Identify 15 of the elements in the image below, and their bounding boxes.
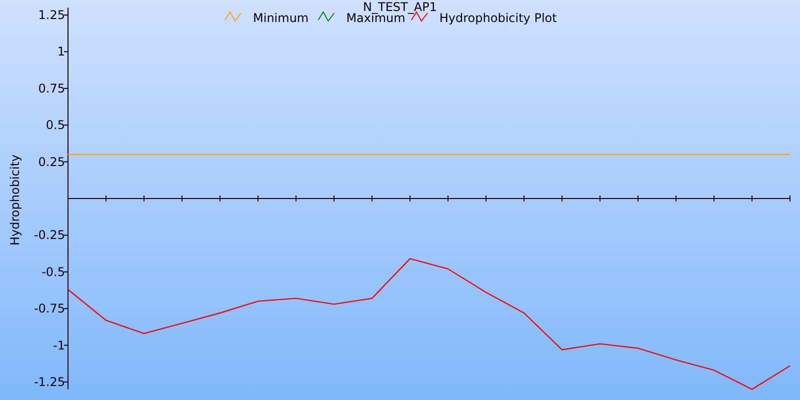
y-tick-label: 0.5 [46, 118, 65, 132]
y-tick-label: -1.25 [34, 374, 65, 389]
y-tick-label: 0.25 [38, 154, 65, 169]
legend-label: Minimum [253, 11, 309, 25]
y-axis-label: Hydrophobicity [8, 154, 22, 246]
y-tick-label: -0.5 [42, 264, 65, 279]
legend-label: Hydrophobicity Plot [439, 11, 557, 25]
y-tick-label: -0.25 [34, 228, 65, 242]
y-tick-label: 1.25 [38, 8, 65, 22]
legend-label: Maximum [346, 11, 406, 25]
y-tick-label: 1 [57, 44, 65, 59]
y-tick-label: 0.75 [38, 81, 65, 96]
chart-title: N_TEST_AP1 [363, 0, 437, 14]
y-tick-label: -0.75 [34, 302, 65, 316]
y-tick-label: -1 [53, 338, 65, 352]
